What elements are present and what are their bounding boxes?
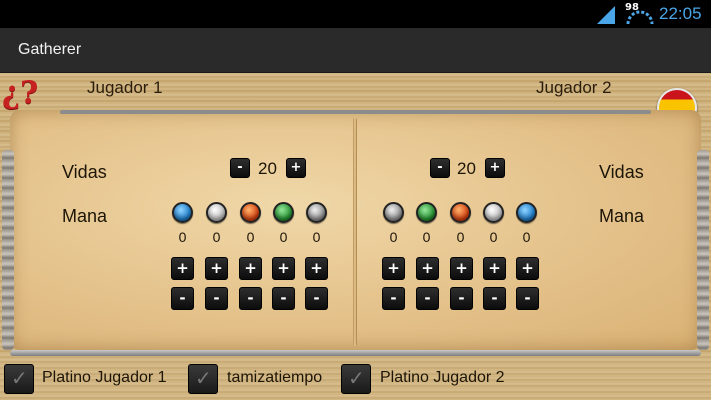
player1-mana-black-minus-button[interactable]: - (305, 287, 328, 310)
player2-mana-green-minus-button[interactable]: - (416, 287, 439, 310)
player2-mana-black-plus-button[interactable]: + (382, 257, 405, 280)
player2-mana-blue-count: 0 (522, 229, 531, 245)
clock: 22:05 (659, 4, 702, 23)
player1-mana-label: Mana (62, 206, 108, 226)
mana-black-icon (383, 202, 404, 223)
mana-blue-icon (516, 202, 537, 223)
mana-red-icon (450, 202, 471, 223)
help-icon[interactable]: ¿? (2, 73, 38, 113)
panel-divider (353, 118, 357, 346)
checkbox-label-platino-jugador1: Platino Jugador 1 (42, 369, 167, 386)
player1-mana-black-count: 0 (312, 229, 321, 245)
player1-mana-blue-minus-button[interactable]: - (171, 287, 194, 310)
frame-bottom (10, 350, 701, 356)
player2-lives-value: 20 (457, 159, 476, 178)
mana-green-icon (273, 202, 294, 223)
player1-mana-blue-plus-button[interactable]: + (171, 257, 194, 280)
player2-mana-white-minus-button[interactable]: - (483, 287, 506, 310)
player2-mana-label: Mana (599, 206, 645, 226)
player1-name[interactable]: Jugador 1 (87, 78, 163, 98)
action-bar: Gatherer (0, 28, 711, 73)
player2-mana-white-count: 0 (489, 229, 498, 245)
player1-mana-blue-count: 0 (178, 229, 187, 245)
app-title: Gatherer (18, 41, 82, 58)
player1-mana-black-plus-button[interactable]: + (305, 257, 328, 280)
chain-right (697, 150, 709, 350)
player2-mana-blue-minus-button[interactable]: - (516, 287, 539, 310)
mana-red-icon (240, 202, 261, 223)
checkbox-label-tamizatiempo: tamizatiempo (227, 369, 323, 386)
signal-icon (597, 6, 615, 24)
mana-white-icon (483, 202, 504, 223)
player2-mana-black-minus-button[interactable]: - (382, 287, 405, 310)
player2-lives-plus-button[interactable]: + (485, 158, 505, 178)
player2-mana-red-count: 0 (456, 229, 465, 245)
player1-mana-red-plus-button[interactable]: + (239, 257, 262, 280)
chain-left (2, 150, 14, 350)
player1-mana-green-minus-button[interactable]: - (272, 287, 295, 310)
checkbox-platino-jugador2[interactable] (341, 364, 371, 394)
player2-mana-green-count: 0 (422, 229, 431, 245)
checkbox-label-platino-jugador2: Platino Jugador 2 (380, 369, 505, 386)
mana-blue-icon (172, 202, 193, 223)
mana-white-icon (206, 202, 227, 223)
player2-name[interactable]: Jugador 2 (536, 78, 612, 98)
player2-mana-red-minus-button[interactable]: - (450, 287, 473, 310)
frame-top (60, 110, 651, 114)
mana-green-icon (416, 202, 437, 223)
status-bar: 98 22:05 (0, 0, 711, 28)
player2-lives-minus-button[interactable]: - (430, 158, 450, 178)
player1-mana-green-plus-button[interactable]: + (272, 257, 295, 280)
player1-mana-white-minus-button[interactable]: - (205, 287, 228, 310)
player1-lives-plus-button[interactable]: + (286, 158, 306, 178)
player1-mana-red-minus-button[interactable]: - (239, 287, 262, 310)
player1-lives-label: Vidas (62, 162, 107, 182)
player2-mana-white-plus-button[interactable]: + (483, 257, 506, 280)
checkbox-platino-jugador1[interactable] (4, 364, 34, 394)
player2-mana-green-plus-button[interactable]: + (416, 257, 439, 280)
player1-mana-white-plus-button[interactable]: + (205, 257, 228, 280)
checkbox-tamizatiempo[interactable] (188, 364, 218, 394)
player1-lives-value: 20 (258, 159, 277, 178)
player2-lives-label: Vidas (599, 162, 644, 182)
player1-lives-minus-button[interactable]: - (230, 158, 250, 178)
player1-mana-white-count: 0 (212, 229, 221, 245)
player1-mana-green-count: 0 (279, 229, 288, 245)
player2-mana-blue-plus-button[interactable]: + (516, 257, 539, 280)
player2-mana-black-count: 0 (389, 229, 398, 245)
battery-icon: 98 (625, 2, 655, 26)
player2-mana-red-plus-button[interactable]: + (450, 257, 473, 280)
mana-black-icon (306, 202, 327, 223)
player1-mana-red-count: 0 (246, 229, 255, 245)
